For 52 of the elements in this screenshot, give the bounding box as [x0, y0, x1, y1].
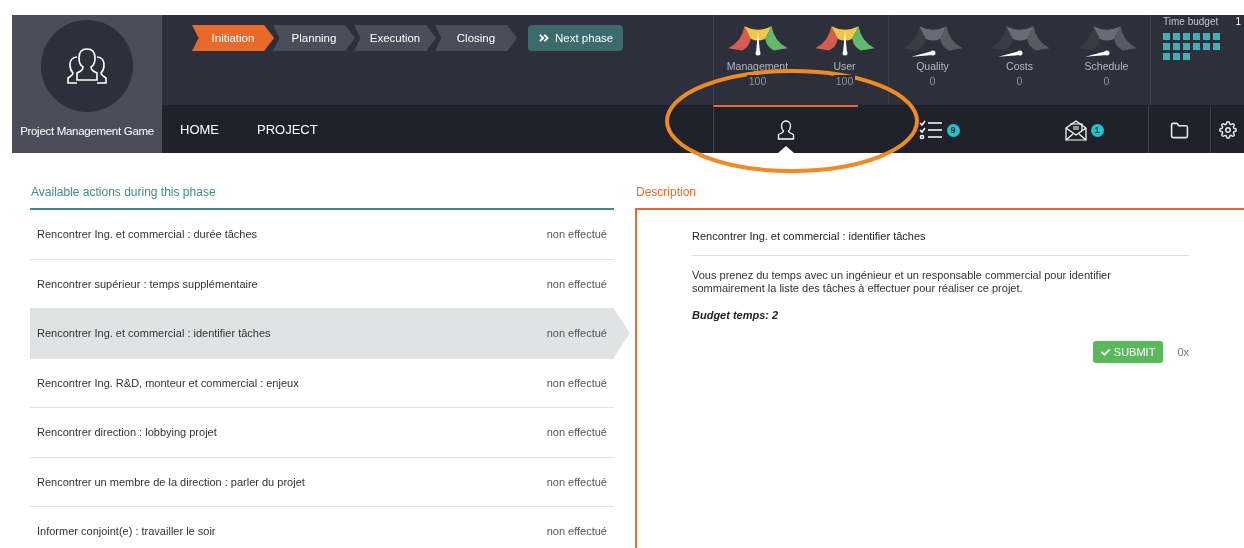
nav-link[interactable]: PROJECT: [257, 121, 328, 137]
person-icon: [777, 120, 795, 140]
gauge-label: Management: [726, 60, 789, 72]
gauge-label: Costs: [1006, 60, 1033, 72]
action-status: non effectué: [546, 376, 607, 389]
double-chevron-icon: [538, 32, 550, 44]
action-name: Rencontrer un membre de la direction : parler du projet: [37, 475, 305, 488]
submit-count: 0x: [1177, 346, 1189, 358]
settings-icon: [1218, 121, 1237, 139]
app-title: Project Management Game: [20, 125, 154, 137]
section-title: Description: [635, 184, 698, 201]
count-badge: 1: [1090, 123, 1104, 137]
section-title: Available actions during this phase: [30, 184, 217, 201]
gauge-value: 0: [927, 75, 938, 87]
phase-step[interactable]: Closing: [435, 25, 517, 51]
action-status: non effectué: [546, 525, 607, 538]
gauge-label: User: [833, 60, 856, 72]
gauge-value: 0: [1101, 75, 1112, 87]
description-text: Vous prenez du temps avec un ingénieur et un responsable commercial pour identifier sommairement la liste des tâches à effectuer pour réaliser ce projet.: [692, 269, 1112, 295]
time-budget-value: 1: [1235, 16, 1241, 27]
checklist-icon: [918, 120, 943, 140]
action-status: non effectué: [546, 475, 607, 488]
gauge-value: 0: [1014, 75, 1025, 87]
description-heading: Rencontrer Ing. et commercial : identifier tâches: [692, 230, 1189, 256]
action-status: non effectué: [546, 327, 607, 340]
action-name: Rencontrer direction : lobbying projet: [37, 426, 217, 439]
budget-text: Budget temps: 2: [692, 309, 780, 321]
gauge-value: 100: [833, 75, 856, 87]
action-status: non effectué: [546, 426, 607, 439]
envelope-icon: [1064, 119, 1087, 141]
action-status: non effectué: [546, 228, 607, 241]
phase-step[interactable]: Planning: [273, 25, 355, 51]
gauge-label: Schedule: [1084, 60, 1129, 72]
gauge-label: Quality: [916, 60, 949, 72]
action-name: Rencontrer Ing. et commercial : durée tâches: [37, 228, 258, 241]
action-name: Rencontrer supérieur : temps supplémentaire: [37, 277, 258, 290]
toolbar-tab[interactable]: [713, 105, 858, 153]
check-icon: [1100, 347, 1110, 357]
gauge-value: 100: [746, 75, 769, 87]
action-name: Informer conjoint(e) : travailler le soir: [37, 525, 216, 538]
action-row[interactable]: Rencontrer Ing. et commercial : identifier tâches non effectué: [30, 309, 614, 359]
action-status: non effectué: [546, 277, 607, 290]
phase-step[interactable]: Execution: [354, 25, 436, 51]
action-name: Rencontrer Ing. R&D, monteur et commercial : enjeux: [37, 376, 299, 389]
next-phase-button[interactable]: Next phase: [528, 25, 624, 51]
folder-icon: [1170, 120, 1189, 140]
toolbar-tab[interactable]: 9: [858, 105, 1020, 153]
count-badge: 9: [946, 123, 960, 137]
nav-link[interactable]: HOME: [180, 121, 229, 137]
toolbar-tab[interactable]: 1: [1020, 105, 1148, 153]
time-budget-label: Time budget: [1163, 16, 1219, 27]
action-name: Rencontrer Ing. et commercial : identifier tâches: [37, 327, 271, 340]
